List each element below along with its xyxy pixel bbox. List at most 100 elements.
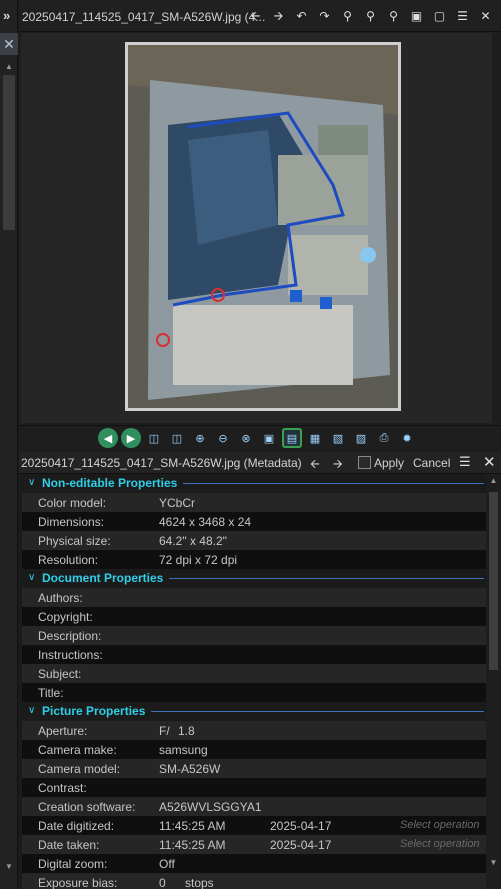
property-date[interactable]: 2025-04-17	[270, 838, 331, 852]
fullscreen-icon[interactable]: ▢	[428, 8, 451, 24]
metadata-title-bar: 20250417_114525_0417_SM-A526W.jpg (Metad…	[19, 452, 501, 474]
property-value[interactable]: SM-A526W	[159, 762, 220, 776]
property-key: Date digitized:	[38, 819, 115, 833]
property-value[interactable]: 11:45:25 AM	[159, 838, 226, 852]
scroll-down-icon[interactable]: ▼	[486, 858, 501, 867]
section-header[interactable]: ∨ Non-editable Properties	[22, 474, 486, 493]
chevron-down-icon[interactable]: ∨	[28, 477, 35, 488]
arrow-left-icon[interactable]: 🡨	[310, 455, 320, 476]
property-row[interactable]: Color model: YCbCr	[22, 493, 486, 512]
property-key: Dimensions:	[38, 515, 105, 529]
scrollbar-thumb[interactable]	[3, 75, 15, 230]
close-icon[interactable]: ✕	[474, 8, 497, 24]
property-value[interactable]: YCbCr	[159, 496, 195, 510]
property-row[interactable]: Creation software: A526WVLSGGYA1	[22, 797, 486, 816]
section-divider	[151, 711, 484, 712]
section-header[interactable]: ∨ Document Properties	[22, 569, 486, 588]
image-icon[interactable]: ▨	[351, 428, 371, 448]
property-key: Subject:	[38, 667, 82, 681]
menu-icon[interactable]: ☰	[459, 454, 471, 470]
property-row[interactable]: Subject:	[22, 664, 486, 683]
property-value[interactable]: F/	[159, 724, 170, 738]
print-icon[interactable]: ⎙	[374, 428, 394, 448]
zoom-reset-icon[interactable]: ⚲	[382, 8, 405, 24]
property-date[interactable]: 2025-04-17	[270, 819, 331, 833]
scrollbar-thumb[interactable]	[489, 492, 498, 670]
fit-screen-icon[interactable]: ▤	[282, 428, 302, 448]
expand-panel-icon[interactable]: »	[3, 8, 10, 23]
apply-checkbox[interactable]	[358, 456, 371, 469]
metadata-panel: 20250417_114525_0417_SM-A526W.jpg (Metad…	[19, 452, 501, 889]
calendar-icon[interactable]: ▦	[305, 428, 325, 448]
property-key: Creation software:	[38, 800, 136, 814]
zoom-in-icon[interactable]: ⊕	[190, 428, 210, 448]
property-row[interactable]: Camera model: SM-A526W	[22, 759, 486, 778]
settings-icon[interactable]: ✹	[397, 428, 417, 448]
section-header[interactable]: ∨ Picture Properties	[22, 702, 486, 721]
property-row[interactable]: Exposure bias: 0 stops	[22, 873, 486, 889]
property-value[interactable]: A526WVLSGGYA1	[159, 800, 262, 814]
chevron-down-icon[interactable]: ∨	[28, 705, 35, 716]
fit-window-icon[interactable]: ▣	[405, 8, 428, 24]
property-key: Color model:	[38, 496, 107, 510]
property-row[interactable]: Copyright:	[22, 607, 486, 626]
close-panel-icon[interactable]: ✕	[0, 33, 18, 55]
viewer-scrollbar[interactable]	[492, 33, 501, 423]
apply-label[interactable]: Apply	[374, 456, 404, 470]
property-row[interactable]: Resolution: 72 dpi x 72 dpi	[22, 550, 486, 569]
zoom-out-icon[interactable]: ⊖	[213, 428, 233, 448]
close-icon[interactable]: ✕	[483, 453, 496, 471]
property-row[interactable]: Camera make: samsung	[22, 740, 486, 759]
property-row[interactable]: Dimensions: 4624 x 3468 x 24	[22, 512, 486, 531]
property-value[interactable]: 11:45:25 AM	[159, 819, 226, 833]
property-value[interactable]: 72 dpi x 72 dpi	[159, 553, 237, 567]
arrow-right-icon[interactable]: 🡪	[333, 455, 343, 476]
property-key: Resolution:	[38, 553, 99, 567]
property-value[interactable]: 0	[159, 876, 166, 889]
zoom-in-icon[interactable]: ⚲	[336, 8, 359, 24]
scroll-up-icon[interactable]: ▲	[2, 62, 16, 71]
image-canvas[interactable]	[21, 33, 501, 423]
scroll-down-icon[interactable]: ▼	[2, 862, 16, 871]
property-key: Instructions:	[38, 648, 103, 662]
menu-icon[interactable]: ☰	[451, 8, 474, 24]
property-value[interactable]: 64.2" x 48.2"	[159, 534, 227, 548]
property-row[interactable]: Authors:	[22, 588, 486, 607]
property-unit: 1.8	[178, 724, 195, 738]
redo-icon[interactable]: ↷	[313, 8, 336, 24]
property-row[interactable]: Title:	[22, 683, 486, 702]
property-row[interactable]: Contrast:	[22, 778, 486, 797]
property-row[interactable]: Aperture: F/1.8	[22, 721, 486, 740]
undo-icon[interactable]: ↶	[290, 8, 313, 24]
previous-icon[interactable]: ◀	[98, 428, 118, 448]
property-row[interactable]: Physical size: 64.2" x 48.2"	[22, 531, 486, 550]
property-row[interactable]: Date taken: 11:45:25 AM 2025-04-17 Select o…	[22, 835, 486, 854]
arrow-left-icon[interactable]: 🡨	[244, 8, 267, 24]
property-row[interactable]: Digital zoom: Off	[22, 854, 486, 873]
section-divider	[169, 578, 484, 579]
add-image-icon[interactable]: ◫	[167, 428, 187, 448]
zoom-out-icon[interactable]: ⚲	[359, 8, 382, 24]
property-key: Description:	[38, 629, 102, 643]
select-operation-dropdown[interactable]: Select operation	[400, 838, 480, 850]
chevron-down-icon[interactable]: ∨	[28, 572, 35, 583]
actual-size-icon[interactable]: ▣	[259, 428, 279, 448]
property-key: Title:	[38, 686, 64, 700]
marina-map-photo	[128, 45, 398, 408]
select-operation-dropdown[interactable]: Select operation	[400, 819, 480, 831]
property-value[interactable]: Off	[159, 857, 175, 871]
add-page-icon[interactable]: ◫	[144, 428, 164, 448]
property-row[interactable]: Instructions:	[22, 645, 486, 664]
arrow-right-icon[interactable]: 🡪	[267, 8, 290, 24]
property-row[interactable]: Date digitized: 11:45:25 AM 2025-04-17 Sele…	[22, 816, 486, 835]
photo-map-image	[125, 42, 401, 411]
metadata-scrollbar[interactable]: ▲ ▼	[486, 474, 501, 889]
property-row[interactable]: Description:	[22, 626, 486, 645]
zoom-search-icon[interactable]: ⊗	[236, 428, 256, 448]
slideshow-icon[interactable]: ▧	[328, 428, 348, 448]
cancel-button[interactable]: Cancel	[413, 456, 450, 470]
property-value[interactable]: samsung	[159, 743, 208, 757]
property-value[interactable]: 4624 x 3468 x 24	[159, 515, 251, 529]
scroll-up-icon[interactable]: ▲	[486, 476, 501, 485]
next-icon[interactable]: ▶	[121, 428, 141, 448]
